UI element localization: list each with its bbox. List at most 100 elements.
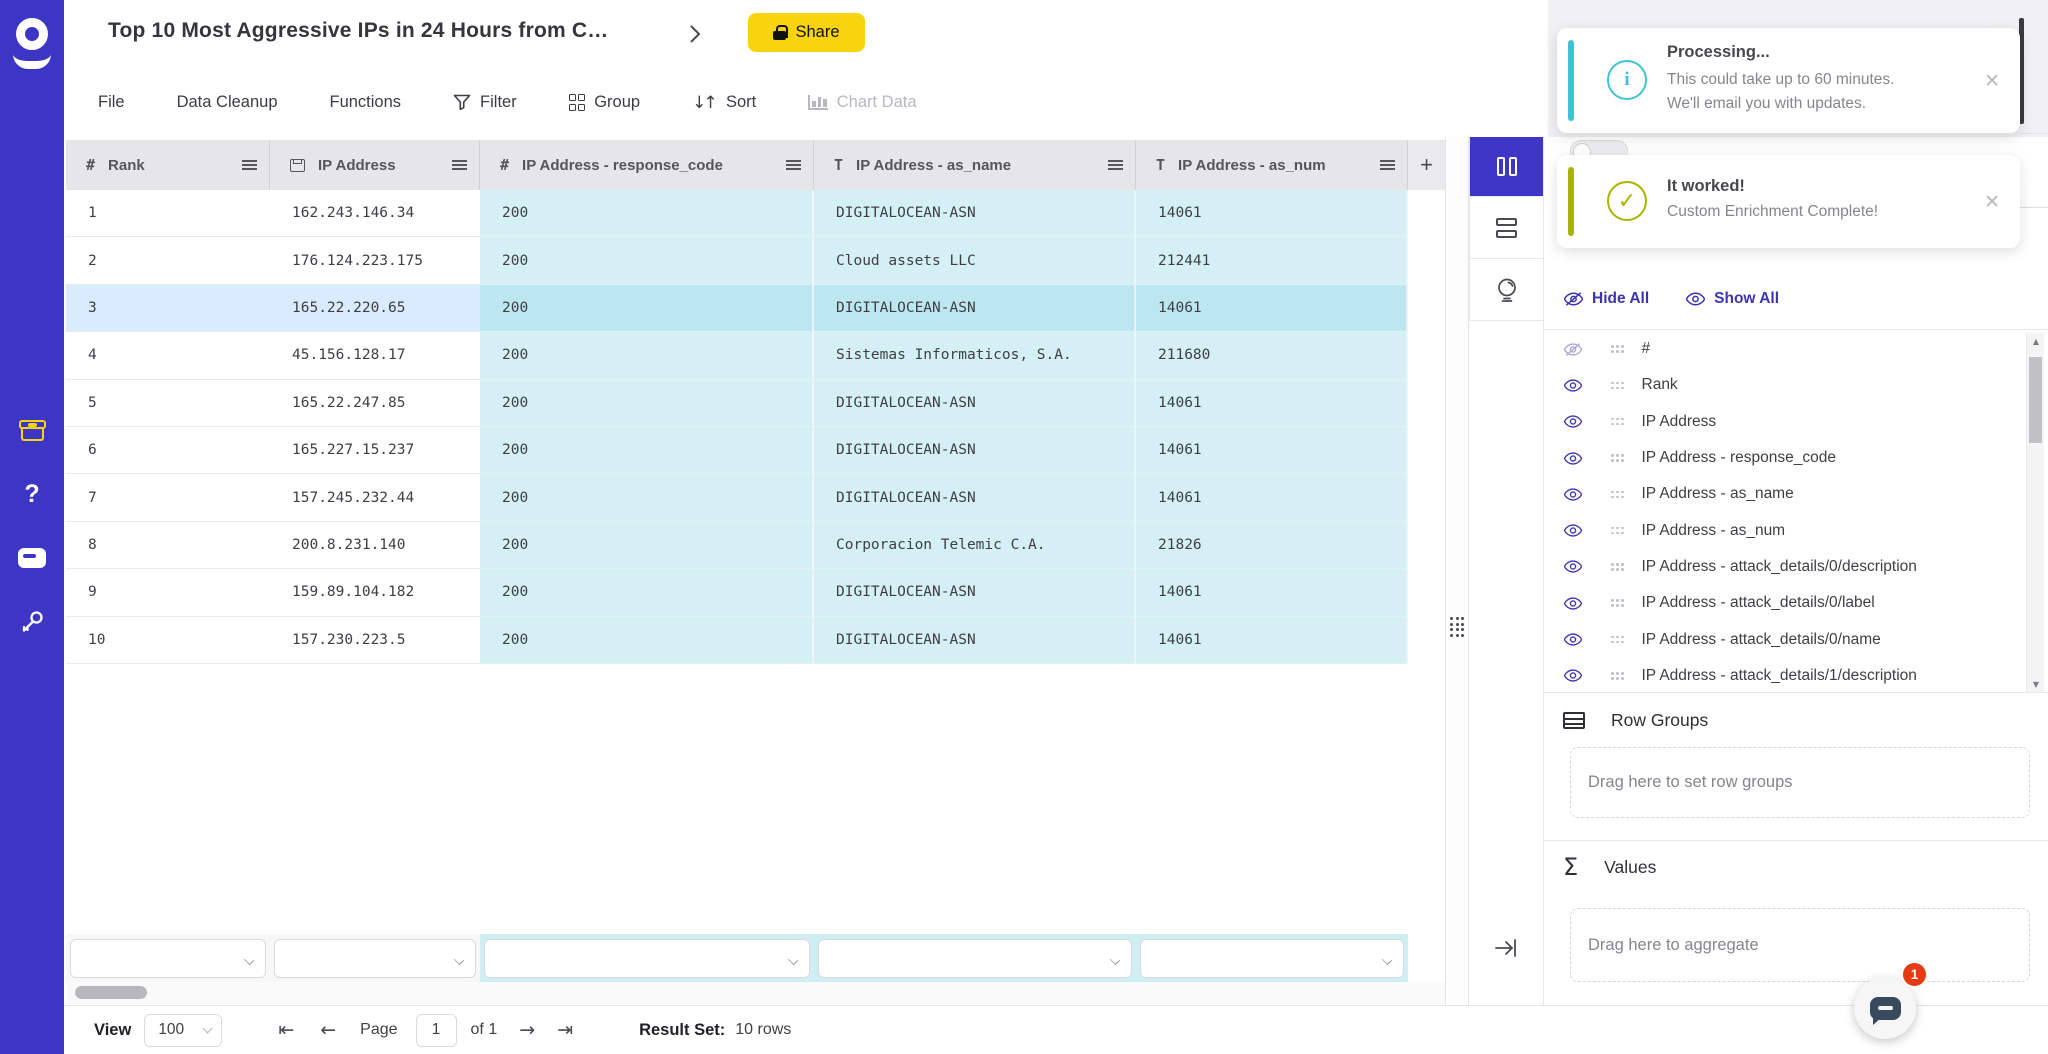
cell[interactable]: 200: [480, 190, 814, 237]
column-menu-icon[interactable]: [1108, 160, 1123, 170]
show-all-button[interactable]: Show All: [1685, 290, 1779, 308]
horizontal-scrollbar-thumb[interactable]: [75, 986, 147, 999]
page-size-select[interactable]: 100: [144, 1014, 222, 1047]
table-row-6[interactable]: 6165.227.15.237200DIGITALOCEAN-ASN14061: [66, 427, 1408, 474]
column-header-4[interactable]: TIP Address - as_num: [1136, 140, 1408, 190]
eye-icon[interactable]: [1563, 487, 1589, 502]
cell[interactable]: Sistemas Informaticos, S.A.: [814, 332, 1136, 379]
drag-handle-icon[interactable]: [1611, 491, 1624, 499]
filter-dropdown-0[interactable]: [70, 939, 266, 978]
column-header-2[interactable]: #IP Address - response_code: [480, 140, 814, 190]
column-menu-icon[interactable]: [1380, 160, 1395, 170]
cell[interactable]: DIGITALOCEAN-ASN: [814, 427, 1136, 474]
cell[interactable]: 9: [66, 569, 270, 616]
cell[interactable]: 2: [66, 237, 270, 284]
cell[interactable]: 176.124.223.175: [270, 237, 480, 284]
cell[interactable]: 200: [480, 427, 814, 474]
column-menu-icon[interactable]: [786, 160, 801, 170]
scroll-up-arrow-icon[interactable]: ▲: [2027, 337, 2045, 346]
eye-icon[interactable]: [1563, 668, 1589, 683]
eye-icon[interactable]: [1563, 559, 1589, 574]
menu-item-data-cleanup[interactable]: Data Cleanup: [177, 93, 278, 112]
drag-handle-icon[interactable]: [1611, 345, 1624, 353]
table-row-8[interactable]: 8200.8.231.140200Corporacion Telemic C.A…: [66, 522, 1408, 569]
scroll-down-arrow-icon[interactable]: ▼: [2027, 680, 2045, 689]
cell[interactable]: 162.243.146.34: [270, 190, 480, 237]
eye-off-icon[interactable]: [1563, 342, 1589, 357]
cell[interactable]: 200: [480, 237, 814, 284]
drag-handle-icon[interactable]: [1611, 454, 1624, 462]
table-row-10[interactable]: 10157.230.223.5200DIGITALOCEAN-ASN14061: [66, 617, 1408, 664]
sheet-title[interactable]: Top 10 Most Aggressive IPs in 24 Hours f…: [108, 19, 608, 43]
filter-dropdown-1[interactable]: [274, 939, 476, 978]
cell[interactable]: 200.8.231.140: [270, 522, 480, 569]
gigasheet-logo-icon[interactable]: [13, 18, 51, 66]
panel-resize-handle[interactable]: [1445, 137, 1469, 1005]
cell[interactable]: 165.22.247.85: [270, 380, 480, 427]
cell[interactable]: 7: [66, 474, 270, 521]
column-menu-icon[interactable]: [452, 160, 467, 170]
drag-handle-icon[interactable]: [1611, 418, 1624, 426]
next-page-button[interactable]: →: [519, 1019, 535, 1041]
cell[interactable]: DIGITALOCEAN-ASN: [814, 285, 1136, 332]
api-key-icon[interactable]: [19, 609, 45, 635]
cell[interactable]: 45.156.128.17: [270, 332, 480, 379]
tab-columns[interactable]: [1469, 135, 1544, 197]
first-page-button[interactable]: ⇤: [278, 1019, 294, 1041]
cell[interactable]: DIGITALOCEAN-ASN: [814, 617, 1136, 664]
eye-icon[interactable]: [1563, 451, 1589, 466]
cell[interactable]: 6: [66, 427, 270, 474]
drag-handle-icon[interactable]: [1611, 599, 1624, 607]
drag-handle-icon[interactable]: [1611, 672, 1624, 680]
cell[interactable]: DIGITALOCEAN-ASN: [814, 474, 1136, 521]
cell[interactable]: Corporacion Telemic C.A.: [814, 522, 1136, 569]
menu-item-filter[interactable]: Filter: [453, 93, 517, 112]
filter-dropdown-3[interactable]: [818, 939, 1132, 978]
menu-item-file[interactable]: File: [98, 93, 125, 112]
filter-dropdown-2[interactable]: [484, 939, 810, 978]
cell[interactable]: DIGITALOCEAN-ASN: [814, 190, 1136, 237]
cell[interactable]: 200: [480, 332, 814, 379]
prev-page-button[interactable]: ←: [320, 1019, 336, 1041]
cell[interactable]: 200: [480, 380, 814, 427]
cell[interactable]: DIGITALOCEAN-ASN: [814, 380, 1136, 427]
drag-handle-icon[interactable]: [1611, 382, 1624, 390]
cell[interactable]: 10: [66, 617, 270, 664]
table-row-3[interactable]: 3165.22.220.65200DIGITALOCEAN-ASN14061: [66, 285, 1408, 332]
values-dropzone[interactable]: Drag here to aggregate: [1570, 908, 2030, 982]
drag-handle-icon[interactable]: [1611, 527, 1624, 535]
last-page-button[interactable]: ⇥: [557, 1019, 573, 1041]
share-button[interactable]: Share: [748, 13, 865, 52]
drag-handle-icon[interactable]: [1611, 636, 1624, 644]
chat-launcher-button[interactable]: [1854, 977, 1916, 1039]
eye-icon[interactable]: [1563, 378, 1589, 393]
cell[interactable]: 3: [66, 285, 270, 332]
column-header-3[interactable]: TIP Address - as_name: [814, 140, 1136, 190]
table-row-9[interactable]: 9159.89.104.182200DIGITALOCEAN-ASN14061: [66, 569, 1408, 616]
menu-item-sort[interactable]: ↓↑ Sort: [692, 93, 756, 113]
column-header-0[interactable]: #Rank: [66, 140, 270, 190]
collapse-panel-button[interactable]: [1491, 935, 1521, 961]
cell[interactable]: 8: [66, 522, 270, 569]
close-icon[interactable]: ✕: [1984, 191, 2000, 213]
cell[interactable]: 200: [480, 569, 814, 616]
cell[interactable]: 211680: [1136, 332, 1408, 379]
cell[interactable]: 14061: [1136, 427, 1408, 474]
table-row-4[interactable]: 445.156.128.17200Sistemas Informaticos, …: [66, 332, 1408, 379]
cell[interactable]: 14061: [1136, 380, 1408, 427]
menu-item-functions[interactable]: Functions: [330, 93, 402, 112]
close-icon[interactable]: ✕: [1984, 70, 2000, 92]
eye-icon[interactable]: [1563, 523, 1589, 538]
cell[interactable]: 212441: [1136, 237, 1408, 284]
hide-all-button[interactable]: Hide All: [1563, 290, 1649, 308]
menu-item-group[interactable]: Group: [569, 93, 640, 112]
title-chevron-icon[interactable]: [688, 23, 702, 45]
cell[interactable]: 5: [66, 380, 270, 427]
cell[interactable]: 14061: [1136, 285, 1408, 332]
table-row-2[interactable]: 2176.124.223.175200Cloud assets LLC21244…: [66, 237, 1408, 284]
eye-icon[interactable]: [1563, 414, 1589, 429]
table-row-5[interactable]: 5165.22.247.85200DIGITALOCEAN-ASN14061: [66, 380, 1408, 427]
cell[interactable]: 14061: [1136, 617, 1408, 664]
cell[interactable]: 21826: [1136, 522, 1408, 569]
table-row-1[interactable]: 1162.243.146.34200DIGITALOCEAN-ASN14061: [66, 190, 1408, 237]
